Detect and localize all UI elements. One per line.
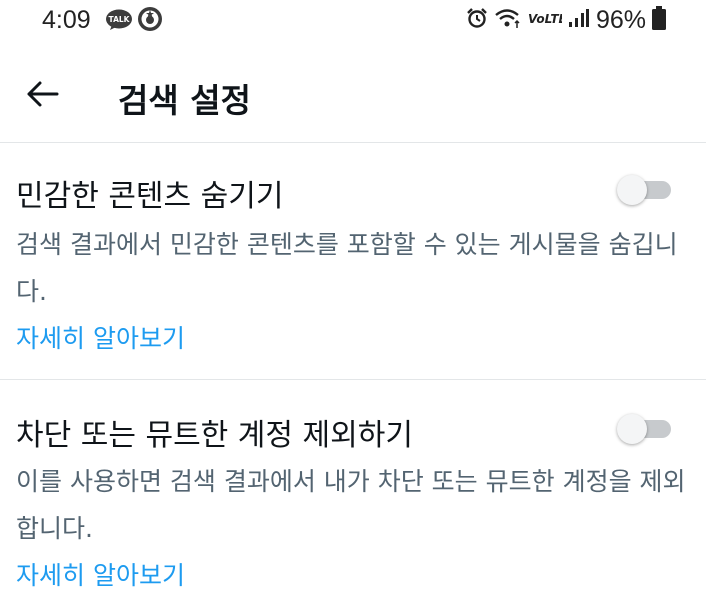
- kakaotalk-notification-icon: TALK: [105, 9, 133, 31]
- setting-title: 민감한 콘텐츠 숨기기: [16, 179, 284, 214]
- alarm-icon: [466, 7, 488, 34]
- toggle-thumb: [617, 175, 647, 205]
- exclude-blocked-muted-toggle[interactable]: [617, 414, 673, 444]
- arrow-left-icon: [25, 80, 59, 112]
- setting-exclude-blocked-muted: 차단 또는 뮤트한 계정 제외하기 이를 사용하면 검색 결과에서 내가 차단 …: [0, 380, 706, 608]
- battery-percent: 96%: [595, 6, 646, 34]
- volte-icon: VoLTE: [528, 7, 568, 34]
- learn-more-link[interactable]: 자세히 알아보기: [16, 556, 185, 592]
- toggle-thumb: [617, 414, 647, 444]
- wifi-icon: [494, 7, 522, 34]
- battery-icon: [652, 6, 666, 35]
- svg-text:VoLTE: VoLTE: [528, 12, 562, 26]
- setting-hide-sensitive-content: 민감한 콘텐츠 숨기기 검색 결과에서 민감한 콘텐츠를 포함할 수 있는 게시…: [0, 143, 706, 379]
- page-title: 검색 설정: [118, 81, 251, 120]
- setting-description: 검색 결과에서 민감한 콘텐츠를 포함할 수 있는 게시물을 숨깁니다.: [16, 230, 678, 306]
- status-indicators: VoLTE 96%: [466, 6, 666, 35]
- learn-more-link[interactable]: 자세히 알아보기: [16, 319, 185, 355]
- setting-description: 이를 사용하면 검색 결과에서 내가 차단 또는 뮤트한 계정을 제외합니다.: [16, 467, 686, 543]
- hide-sensitive-content-toggle[interactable]: [617, 175, 673, 205]
- app-bar: 검색 설정: [0, 52, 706, 142]
- status-bar: 4:09 TALK VoLT 96%: [0, 0, 706, 42]
- svg-text:TALK: TALK: [109, 15, 131, 24]
- status-time: 4:09: [42, 6, 91, 34]
- setting-title: 차단 또는 뮤트한 계정 제외하기: [16, 418, 413, 453]
- starbucks-notification-icon: [137, 6, 163, 32]
- back-button[interactable]: [22, 76, 62, 116]
- signal-strength-icon: [568, 7, 590, 34]
